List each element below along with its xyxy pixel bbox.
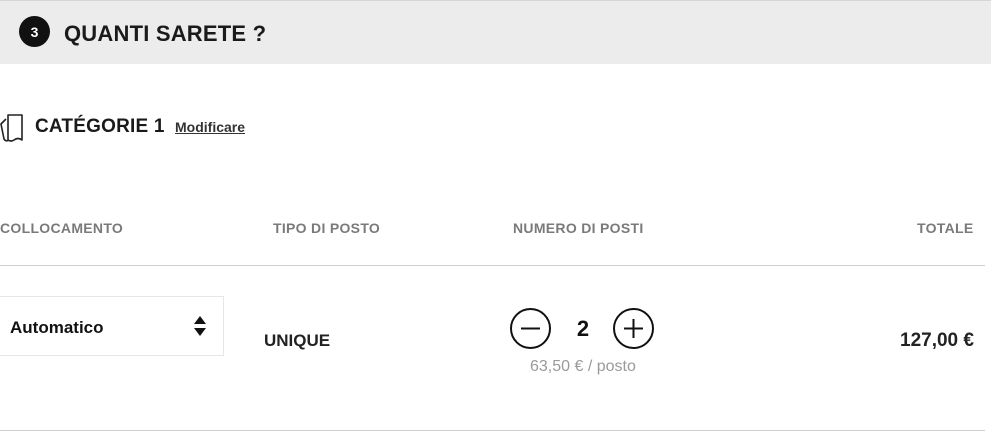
increment-button[interactable]: [613, 308, 654, 349]
minus-circle-icon: [521, 327, 540, 330]
total-price: 127,00 €: [900, 330, 974, 351]
quantity-value: 2: [576, 316, 590, 341]
edit-category-link[interactable]: Modificare: [175, 119, 245, 135]
step-title: QUANTI SARETE ?: [64, 21, 267, 46]
column-header-placement: COLLOCAMENTO: [0, 220, 124, 236]
category-name: CATÉGORIE 1: [35, 116, 165, 137]
table-divider-bottom: [0, 430, 985, 431]
placement-select[interactable]: Automatico: [0, 296, 224, 356]
decrement-button[interactable]: [510, 308, 551, 349]
ticket-icon: [0, 114, 23, 142]
column-header-total: TOTALE: [917, 220, 974, 236]
column-header-quantity: NUMERO DI POSTI: [513, 220, 644, 236]
sort-arrows-icon: [194, 316, 206, 336]
unit-price: 63,50 € / posto: [530, 358, 636, 375]
table-divider: [0, 265, 985, 266]
seat-type-value: UNIQUE: [264, 331, 331, 350]
step-number-badge: 3: [19, 16, 50, 47]
column-header-seat-type: TIPO DI POSTO: [273, 220, 381, 236]
placement-select-value: Automatico: [10, 318, 104, 337]
plus-circle-icon: [624, 319, 643, 338]
step-header: 3 QUANTI SARETE ?: [0, 0, 991, 64]
